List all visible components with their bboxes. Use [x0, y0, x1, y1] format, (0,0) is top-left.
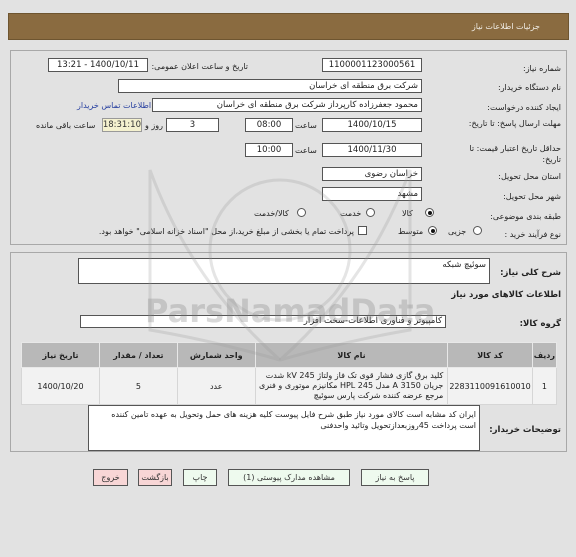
cell-name: کلید برق گازی فشار قوی تک فاز ولتاژ 245 … [254, 367, 449, 405]
goods-table-header: ردیف کد کالا نام کالا واحد شمارش تعداد /… [21, 342, 558, 368]
back-button[interactable]: بازگشت [138, 469, 172, 486]
process-radio-medium[interactable] [428, 226, 437, 235]
page-header: جزئیات اطلاعات نیاز [8, 13, 569, 40]
process-medium-label: متوسط [398, 227, 424, 236]
deadline-label: مهلت ارسال پاسخ: تا تاریخ: [468, 119, 561, 128]
cell-code: 2283110091610010 [447, 367, 533, 405]
days-remaining-field: 3 [166, 118, 219, 132]
goods-group-label: گروه کالا: [519, 319, 561, 329]
page-title: جزئیات اطلاعات نیاز [471, 22, 540, 31]
buyer-org-field: شرکت برق منطقه ای خراسان [118, 79, 422, 93]
buyer-notes-field: ایران کد مشابه است کالای مورد نیاز طبق ش… [88, 405, 480, 451]
exit-button[interactable]: خروج [93, 469, 128, 486]
creator-label: ایجاد کننده درخواست: [487, 103, 561, 112]
table-row: 1 2283110091610010 کلید برق گازی فشار قو… [21, 367, 558, 405]
process-label: نوع فرآیند خرید : [504, 230, 561, 239]
buyer-org-label: نام دستگاه خریدار: [498, 83, 561, 92]
cell-unit: عدد [176, 367, 256, 405]
deadline-time-field: 08:00 [245, 118, 293, 132]
cell-date: 1400/10/20 [21, 367, 100, 405]
goods-group-field: کامپیوتر و فناوری اطلاعات-سخت افزار [80, 315, 446, 328]
print-button[interactable]: چاپ [183, 469, 217, 486]
goods-info-title: اطلاعات کالاهای مورد نیاز [451, 290, 561, 300]
remaining-time-field: 18:31:10 [102, 118, 142, 132]
city-field: مشهد [322, 187, 422, 201]
category-label: طبقه بندی موضوعی: [490, 212, 561, 221]
col-name: نام کالا [254, 342, 449, 368]
col-code: کد کالا [447, 342, 533, 368]
summary-label: شرح کلی نیاز: [500, 268, 561, 278]
category-service-label: خدمت [340, 209, 362, 218]
validity-label: حداقل تاریخ اعتبار قیمت: تا تاریخ: [469, 144, 561, 164]
reply-button[interactable]: پاسخ به نیاز [361, 469, 429, 486]
goods-table: ردیف کد کالا نام کالا واحد شمارش تعداد /… [21, 342, 558, 405]
creator-field: محمود جعفرزاده کارپرداز شرکت برق منطقه ا… [152, 98, 422, 112]
view-attachments-button[interactable]: مشاهده مدارک پیوستی (1) [228, 469, 350, 486]
province-label: استان محل تحویل: [498, 172, 561, 181]
payment-checkbox[interactable] [358, 226, 367, 235]
buyer-notes-label: توضیحات خریدار: [489, 425, 561, 435]
category-goods-service-label: کالا/خدمت [254, 209, 289, 218]
days-label: روز و [145, 121, 163, 130]
col-date: تاریخ نیاز [21, 342, 100, 368]
remaining-time-label: ساعت باقی مانده [36, 121, 96, 130]
need-number-field: 1100001123000561 [322, 58, 422, 72]
cell-row: 1 [531, 367, 558, 405]
announce-label: تاریخ و ساعت اعلان عمومی: [151, 62, 248, 71]
need-number-label: شماره نیاز: [523, 64, 561, 73]
category-radio-service[interactable] [366, 208, 375, 217]
payment-checkbox-label: پرداخت تمام یا بخشی از مبلغ خرید،از محل … [98, 227, 354, 236]
col-row: ردیف [531, 342, 558, 368]
col-unit: واحد شمارش [176, 342, 256, 368]
validity-time-label: ساعت [295, 146, 317, 155]
summary-field: سوئیچ شبکه [78, 258, 490, 284]
col-qty: تعداد / مقدار [98, 342, 178, 368]
province-field: خراسان رضوی [322, 167, 422, 181]
process-radio-minor[interactable] [473, 226, 482, 235]
category-goods-label: کالا [402, 209, 413, 218]
process-minor-label: جزیی [448, 227, 467, 236]
city-label: شهر محل تحویل: [503, 192, 561, 201]
cell-qty: 5 [98, 367, 178, 405]
buyer-contact-link[interactable]: اطلاعات تماس خریدار [77, 101, 151, 110]
validity-date-field: 1400/11/30 [322, 143, 422, 157]
category-radio-goods[interactable] [425, 208, 434, 217]
announce-field: 1400/10/11 - 13:21 [48, 58, 148, 72]
validity-time-field: 10:00 [245, 143, 293, 157]
deadline-date-field: 1400/10/15 [322, 118, 422, 132]
category-radio-goods-service[interactable] [297, 208, 306, 217]
deadline-time-label: ساعت [295, 121, 317, 130]
